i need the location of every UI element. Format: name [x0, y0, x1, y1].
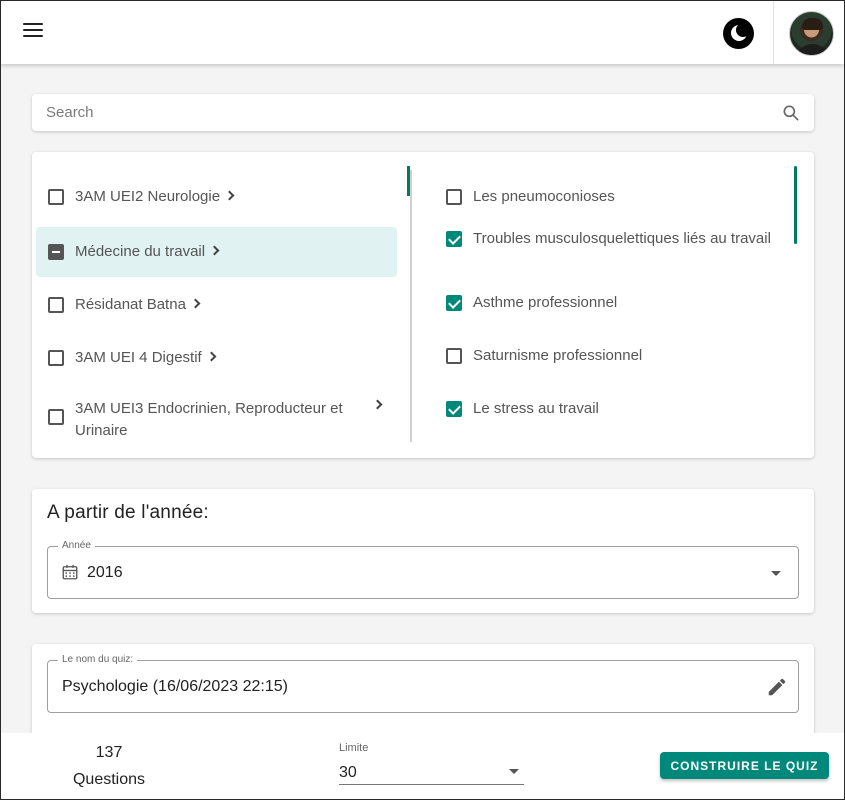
topic-item[interactable]: Saturnisme professionnel — [446, 345, 796, 367]
quiz-name-label: Le nom du quiz: — [58, 654, 138, 666]
category-item[interactable]: Médecine du travail — [36, 227, 397, 277]
topic-label: Troubles musculosquelettiques liés au tr… — [473, 230, 771, 247]
topic-item[interactable]: Le stress au travail — [446, 398, 796, 420]
category-label: 3AM UEI3 Endocrinien, Reproducteur et Ur… — [75, 400, 343, 439]
category-checkbox[interactable] — [48, 409, 64, 425]
category-label: 3AM UEI 4 Digestif — [75, 349, 202, 366]
category-label: Médecine du travail — [75, 243, 206, 260]
search-icon[interactable] — [781, 103, 801, 123]
topic-label: Asthme professionnel — [473, 294, 618, 311]
quiz-name-field: Le nom du quiz: — [47, 654, 799, 713]
right-scrollbar[interactable] — [794, 166, 797, 244]
chevron-down-icon — [509, 769, 519, 774]
menu-icon[interactable] — [23, 23, 43, 41]
topic-checkbox[interactable] — [446, 189, 462, 205]
category-item[interactable]: Résidanat Batna — [36, 280, 397, 330]
chevron-down-icon — [771, 571, 781, 576]
user-avatar[interactable] — [789, 11, 834, 56]
pencil-icon[interactable] — [766, 676, 788, 698]
topic-item[interactable]: Les pneumoconioses — [446, 186, 796, 208]
moon-icon[interactable] — [723, 18, 754, 49]
column-divider — [410, 170, 412, 442]
category-checkbox[interactable] — [48, 297, 64, 313]
topic-checkbox[interactable] — [446, 401, 462, 417]
topic-item[interactable]: Troubles musculosquelettiques liés au tr… — [446, 228, 796, 250]
app-bar — [1, 1, 844, 64]
category-item[interactable]: 3AM UEI2 Neurologie — [36, 172, 397, 222]
category-label: 3AM UEI2 Neurologie — [75, 188, 221, 205]
topic-label: Saturnisme professionnel — [473, 347, 643, 364]
quiz-name-input[interactable] — [62, 676, 752, 698]
bottom-action-bar: 137 Questions Limite 30 CONSTRUIRE LE QU… — [1, 733, 844, 799]
chevron-right-icon — [209, 245, 220, 255]
limit-select[interactable]: 30 — [339, 757, 524, 785]
category-checkbox[interactable] — [48, 189, 64, 205]
calendar-icon — [62, 564, 78, 580]
question-count: 137 — [95, 744, 123, 761]
category-checkbox[interactable] — [48, 350, 64, 366]
year-field-label: Année — [58, 540, 95, 552]
limit-value: 30 — [339, 764, 357, 781]
search-input[interactable] — [32, 94, 772, 131]
appbar-divider — [773, 1, 774, 64]
question-count-label: Questions — [72, 771, 146, 788]
category-item[interactable]: 3AM UEI3 Endocrinien, Reproducteur et Ur… — [36, 385, 397, 445]
chevron-right-icon — [224, 190, 235, 200]
year-select[interactable]: Année 2016 — [47, 540, 799, 599]
category-checkbox[interactable] — [48, 244, 64, 260]
year-value: 2016 — [87, 564, 123, 581]
topic-checkbox[interactable] — [446, 231, 462, 247]
category-list: 3AM UEI2 Neurologie Médecine du travail Ré… — [36, 152, 402, 458]
chevron-right-icon — [190, 298, 201, 308]
category-selector: 3AM UEI2 Neurologie Médecine du travail Ré… — [32, 152, 814, 458]
quiz-name-section: Le nom du quiz: — [32, 644, 814, 744]
search-bar — [32, 94, 814, 131]
topic-checkbox[interactable] — [446, 348, 462, 364]
chevron-right-icon — [206, 351, 217, 361]
category-label: Résidanat Batna — [75, 296, 186, 313]
topic-label: Le stress au travail — [473, 400, 599, 417]
topic-checkbox[interactable] — [446, 295, 462, 311]
limit-label: Limite — [339, 742, 369, 754]
category-item[interactable]: 3AM UEI 4 Digestif — [36, 333, 397, 383]
topic-label: Les pneumoconioses — [473, 188, 615, 205]
year-section: A partir de l'année: Année 2016 — [32, 489, 814, 613]
year-section-title: A partir de l'année: — [47, 502, 209, 523]
topic-item[interactable]: Asthme professionnel — [446, 292, 796, 314]
topic-list: Les pneumoconioses Troubles musculosquele… — [446, 152, 796, 458]
left-scrollbar[interactable] — [407, 166, 410, 196]
build-quiz-button[interactable]: CONSTRUIRE LE QUIZ — [660, 752, 829, 779]
